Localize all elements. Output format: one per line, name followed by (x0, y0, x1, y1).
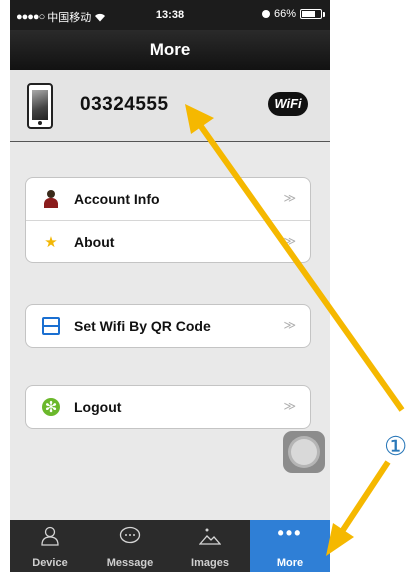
tab-device[interactable]: Device (10, 520, 90, 572)
qr-code-icon (42, 317, 60, 335)
battery-icon (300, 9, 325, 19)
device-id: 03324555 (80, 94, 169, 115)
phone-icon (27, 83, 53, 129)
arrow-to-more-tab (340, 460, 391, 532)
menu-group-logout: ✻ Logout ≫ (25, 385, 311, 429)
wifi-signal-icon (95, 13, 106, 21)
tab-message[interactable]: Message (90, 520, 170, 572)
signal-strength: ●●●●○ (16, 11, 45, 23)
tab-device-label: Device (32, 557, 68, 569)
tab-images-label: Images (191, 557, 229, 569)
carrier-info: ●●●●○ 中国移动 (16, 9, 106, 25)
tab-more-label: More (276, 557, 304, 569)
account-info-label: Account Info (74, 191, 160, 207)
menu-group-account: Account Info ≫ ★ About ≫ (25, 177, 311, 263)
chat-bubble-icon (119, 526, 141, 544)
logout-item[interactable]: ✻ Logout ≫ (26, 386, 310, 428)
chevron-right-icon: ≫ (283, 399, 296, 413)
battery-percent: 66% (273, 8, 296, 20)
menu-group-wifi: Set Wifi By QR Code ≫ (25, 304, 311, 348)
status-right: 66% (261, 8, 325, 20)
logout-label: Logout (74, 399, 122, 415)
about-label: About (74, 233, 115, 250)
logout-icon: ✻ (42, 398, 60, 416)
tab-images[interactable]: Images (170, 520, 250, 572)
mountain-icon (199, 528, 221, 545)
about-item[interactable]: ★ About ≫ (26, 220, 310, 262)
tab-more[interactable]: ••• More (250, 520, 330, 572)
person-outline-icon (41, 526, 59, 546)
page-title: More (10, 30, 330, 70)
assistive-touch-button[interactable] (283, 431, 325, 473)
star-icon: ★ (44, 233, 58, 251)
chevron-right-icon: ≫ (283, 234, 296, 248)
more-dots-icon: ••• (277, 523, 303, 543)
tab-message-label: Message (106, 557, 154, 569)
status-time: 13:38 (155, 9, 185, 21)
phone-screen: ●●●●○ 中国移动 13:38 66% More 03324555 WiFi … (10, 0, 330, 572)
battery-fill (302, 11, 315, 17)
person-icon (42, 190, 60, 208)
wifi-badge-icon: WiFi (268, 92, 308, 116)
device-header[interactable]: 03324555 WiFi (10, 70, 330, 142)
callout-number: ① (384, 432, 408, 462)
do-not-disturb-icon (261, 10, 270, 18)
tab-bar: Device Message Images ••• More (10, 520, 330, 572)
set-wifi-qr-item[interactable]: Set Wifi By QR Code ≫ (26, 305, 310, 347)
chevron-right-icon: ≫ (283, 191, 296, 205)
set-wifi-qr-label: Set Wifi By QR Code (74, 318, 211, 334)
chevron-right-icon: ≫ (283, 318, 296, 332)
arrow-head-down (326, 523, 354, 556)
status-bar: ●●●●○ 中国移动 13:38 66% (10, 0, 330, 30)
account-info-item[interactable]: Account Info ≫ (26, 178, 310, 220)
carrier-name: 中国移动 (47, 12, 92, 24)
